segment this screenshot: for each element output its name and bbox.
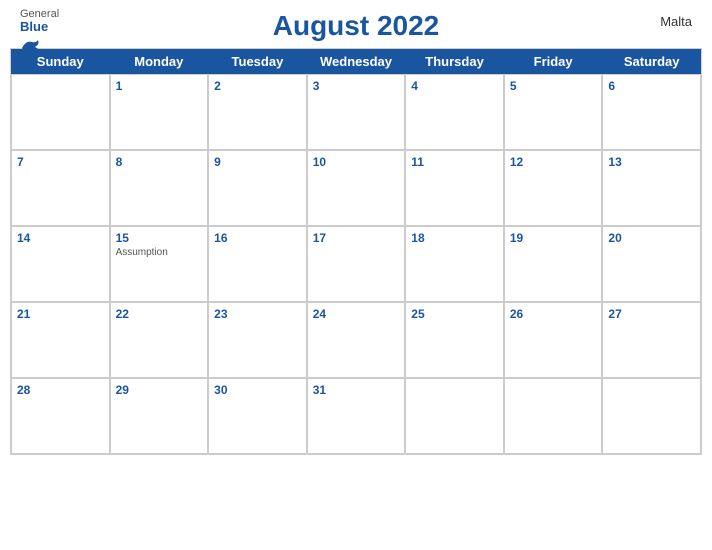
table-row: 7 (11, 150, 110, 226)
day-header-friday: Friday (504, 49, 603, 74)
table-row: 21 (11, 302, 110, 378)
date-number: 30 (214, 383, 301, 397)
table-row: 15 Assumption (110, 226, 209, 302)
date-number: 10 (313, 155, 400, 169)
date-number: 27 (608, 307, 695, 321)
day-header-thursday: Thursday (405, 49, 504, 74)
table-row: 8 (110, 150, 209, 226)
logo-blue: Blue (20, 20, 59, 34)
holiday-label: Assumption (116, 247, 203, 258)
table-row: 16 (208, 226, 307, 302)
date-number: 19 (510, 231, 597, 245)
country-label: Malta (660, 14, 692, 29)
table-row (504, 378, 603, 454)
table-row: 30 (208, 378, 307, 454)
table-row: 1 (110, 74, 209, 150)
day-header-monday: Monday (110, 49, 209, 74)
table-row: 31 (307, 378, 406, 454)
date-number: 18 (411, 231, 498, 245)
date-number: 23 (214, 307, 301, 321)
table-row: 6 (602, 74, 701, 150)
table-row: 19 (504, 226, 603, 302)
date-number: 8 (116, 155, 203, 169)
date-number: 11 (411, 155, 498, 169)
table-row: 28 (11, 378, 110, 454)
date-number: 20 (608, 231, 695, 245)
day-header-tuesday: Tuesday (208, 49, 307, 74)
date-number: 24 (313, 307, 400, 321)
date-number: 2 (214, 79, 301, 93)
date-number: 16 (214, 231, 301, 245)
table-row (602, 378, 701, 454)
date-number: 22 (116, 307, 203, 321)
table-row: 3 (307, 74, 406, 150)
date-number: 4 (411, 79, 498, 93)
table-row: 26 (504, 302, 603, 378)
table-row: 2 (208, 74, 307, 150)
date-number: 17 (313, 231, 400, 245)
table-row: 29 (110, 378, 209, 454)
table-row: 11 (405, 150, 504, 226)
date-number: 25 (411, 307, 498, 321)
date-number: 14 (17, 231, 104, 245)
calendar-grid: 123456789101112131415Assumption161718192… (11, 74, 701, 454)
day-headers-row: Sunday Monday Tuesday Wednesday Thursday… (11, 49, 701, 74)
table-row: 4 (405, 74, 504, 150)
date-number: 7 (17, 155, 104, 169)
date-number: 6 (608, 79, 695, 93)
table-row: 17 (307, 226, 406, 302)
calendar-header: General Blue August 2022 Malta (0, 0, 712, 48)
day-header-saturday: Saturday (602, 49, 701, 74)
table-row: 20 (602, 226, 701, 302)
table-row: 5 (504, 74, 603, 150)
table-row: 14 (11, 226, 110, 302)
table-row: 10 (307, 150, 406, 226)
date-number: 13 (608, 155, 695, 169)
date-number: 29 (116, 383, 203, 397)
date-number: 28 (17, 383, 104, 397)
date-number: 1 (116, 79, 203, 93)
date-number: 3 (313, 79, 400, 93)
date-number: 5 (510, 79, 597, 93)
date-number: 12 (510, 155, 597, 169)
table-row: 24 (307, 302, 406, 378)
table-row: 18 (405, 226, 504, 302)
table-row: 13 (602, 150, 701, 226)
day-header-wednesday: Wednesday (307, 49, 406, 74)
date-number: 15 (116, 231, 203, 245)
table-row: 27 (602, 302, 701, 378)
logo: General Blue (20, 8, 59, 58)
table-row: 12 (504, 150, 603, 226)
table-row: 22 (110, 302, 209, 378)
date-number: 31 (313, 383, 400, 397)
date-number: 21 (17, 307, 104, 321)
table-row: 23 (208, 302, 307, 378)
logo-bird-icon (20, 38, 42, 58)
table-row (405, 378, 504, 454)
table-row (11, 74, 110, 150)
calendar-title: August 2022 (273, 10, 440, 42)
date-number: 26 (510, 307, 597, 321)
table-row: 25 (405, 302, 504, 378)
calendar: Sunday Monday Tuesday Wednesday Thursday… (10, 48, 702, 455)
date-number: 9 (214, 155, 301, 169)
table-row: 9 (208, 150, 307, 226)
